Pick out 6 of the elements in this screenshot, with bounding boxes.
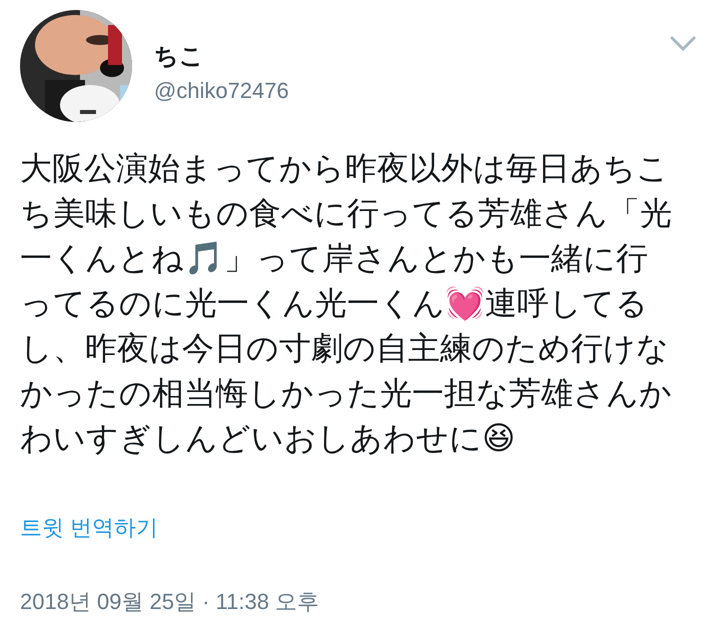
translate-link[interactable]: 트윗 번역하기 bbox=[20, 513, 158, 543]
chevron-down-icon[interactable] bbox=[670, 36, 696, 52]
author-name: ちこ bbox=[154, 42, 205, 72]
tweet-text: 大阪公演始まってから昨夜以外は毎日あちこち美味しいもの食べに行ってる芳雄さん「光一くんとね🎵」って岸さんとかも一緒に行ってるのに光一くん光一くん💓連呼してるし、昨夜は今日の寸劇の自主練のため行けなかったの相当悔しかった光一担な芳雄さんかわいすぎしんどいおしあわせに😆 bbox=[20, 149, 673, 458]
timestamp: 2018년 09월 25일 · 11:38 오후 bbox=[20, 588, 320, 616]
author-handle: @chiko72476 bbox=[154, 78, 290, 104]
